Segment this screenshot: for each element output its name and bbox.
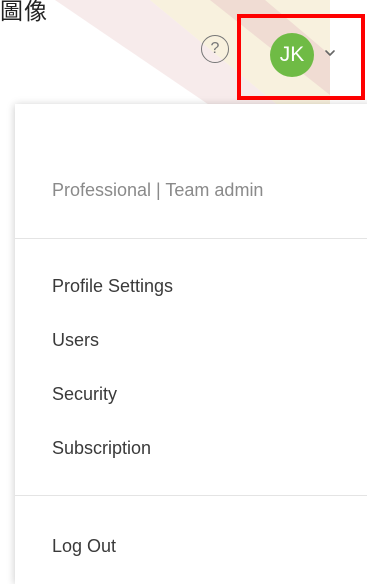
header-bar: ? JK (0, 0, 367, 100)
menu-item-subscription[interactable]: Subscription (52, 438, 151, 459)
menu-divider (15, 238, 367, 239)
help-button[interactable]: ? (201, 35, 229, 63)
profile-dropdown-menu: Professional | Team admin Profile Settin… (15, 104, 367, 584)
menu-item-users[interactable]: Users (52, 330, 99, 351)
avatar-initials: JK (279, 43, 305, 66)
menu-item-profile-settings[interactable]: Profile Settings (52, 276, 173, 297)
profile-menu-toggle[interactable]: JK (237, 14, 365, 100)
logout-button[interactable]: Log Out (52, 536, 116, 557)
menu-item-security[interactable]: Security (52, 384, 117, 405)
menu-divider (15, 495, 367, 496)
chevron-down-icon[interactable] (322, 45, 338, 61)
avatar[interactable]: JK (270, 33, 314, 77)
question-circle-icon: ? (210, 40, 220, 57)
plan-role-label: Professional | Team admin (52, 180, 264, 200)
